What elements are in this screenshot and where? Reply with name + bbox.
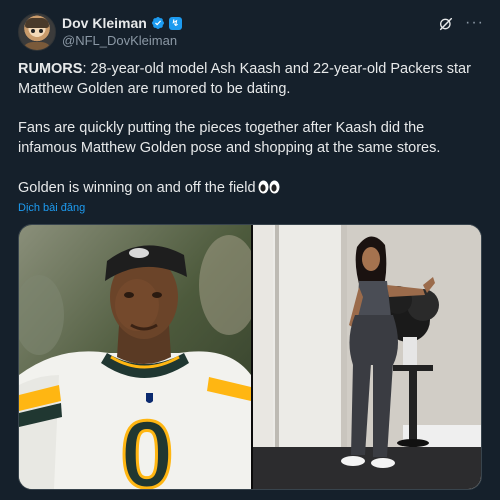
avatar[interactable] — [18, 13, 56, 51]
rumors-label: RUMORS — [18, 61, 83, 77]
tweet-text: RUMORS: 28-year-old model Ash Kaash and … — [18, 59, 480, 198]
tweet-paragraph-1-text: : 28-year-old model Ash Kaash and 22-yea… — [18, 61, 471, 97]
tweet-paragraph-3-text: Golden is winning on and off the field — [18, 180, 256, 196]
more-options-icon[interactable]: ··· — [465, 15, 484, 31]
eyes-emoji-icon — [258, 180, 280, 194]
tweet-media[interactable]: 0 — [18, 224, 482, 490]
verified-badge-icon — [151, 17, 164, 29]
tweet-paragraph-3: Golden is winning on and off the field — [18, 178, 480, 198]
author-handle[interactable]: @NFL_DovKleiman — [62, 33, 177, 48]
jersey-number: 0 — [120, 401, 173, 489]
football-player-photo[interactable]: 0 — [19, 225, 251, 489]
author-name[interactable]: Dov Kleiman — [62, 15, 147, 31]
author-name-row: Dov Kleiman ↯ — [62, 15, 182, 31]
affiliate-badge-icon: ↯ — [168, 16, 182, 30]
tweet-header: Dov Kleiman ↯ @NFL_DovKleiman ··· — [18, 13, 488, 53]
tweet-paragraph-1: RUMORS: 28-year-old model Ash Kaash and … — [18, 59, 480, 99]
woman-posing-photo[interactable] — [253, 225, 481, 489]
tweet-paragraph-2: Fans are quickly putting the pieces toge… — [18, 120, 441, 156]
translate-post-link[interactable]: Dịch bài đăng — [18, 202, 85, 214]
grok-icon[interactable] — [438, 16, 454, 32]
